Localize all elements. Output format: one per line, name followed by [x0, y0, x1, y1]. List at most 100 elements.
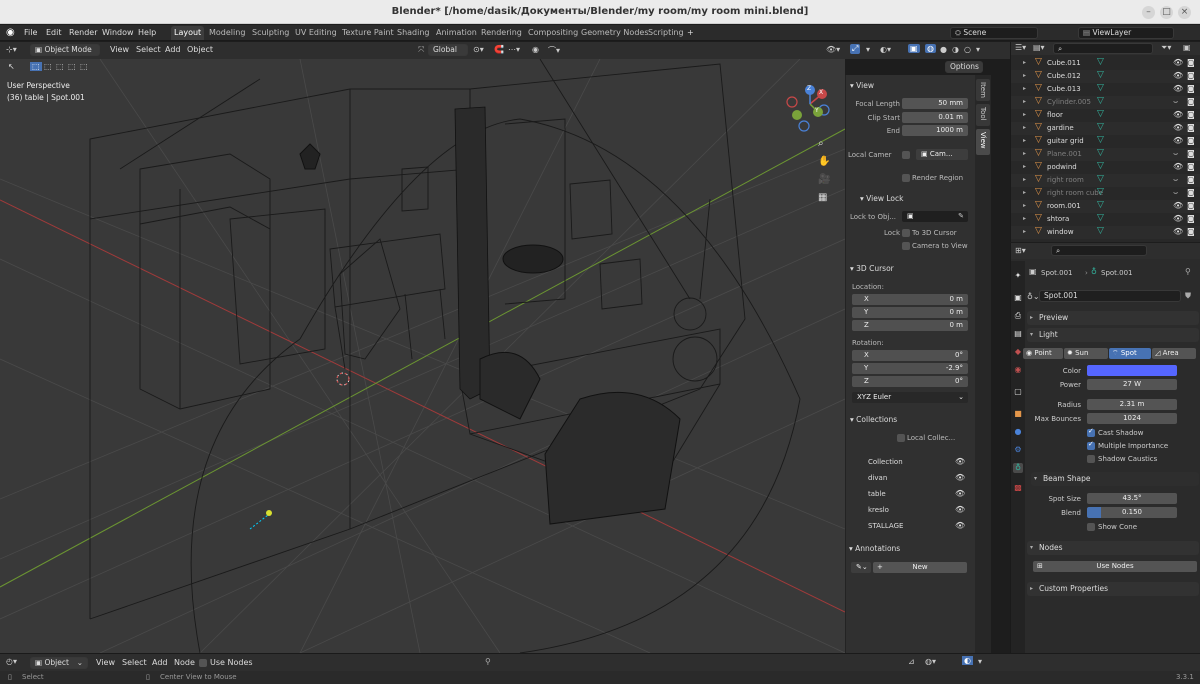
menu-help[interactable]: Help	[138, 28, 156, 37]
collection-tab-icon[interactable]: ▢	[1013, 387, 1023, 397]
camera-render-icon[interactable]: ◙	[1187, 136, 1195, 145]
list-item[interactable]: Collection	[868, 458, 903, 466]
view-panel-header[interactable]: ▾ View	[850, 81, 874, 90]
collections-header[interactable]: ▾ Collections	[850, 415, 897, 424]
lock-to-object-field[interactable]: ▣ ✎	[902, 211, 968, 222]
tab-modeling[interactable]: Modeling	[206, 26, 248, 40]
expand-arrow-icon[interactable]: ▸	[1023, 137, 1026, 144]
cursor-rotation-y-field[interactable]: Y -2.9°	[852, 363, 968, 374]
outliner-row[interactable]: ▸ ▽ Plane.001 ▽ ⌣ ◙	[1011, 148, 1200, 161]
close-icon[interactable]: ×	[1178, 6, 1191, 19]
eye-icon[interactable]: 👁	[955, 521, 965, 530]
viewport-options-button[interactable]: Options	[945, 61, 983, 73]
outliner-row[interactable]: ▸ ▽ gardine ▽ 👁 ◙	[1011, 122, 1200, 135]
eye-icon[interactable]: 👁	[1173, 110, 1183, 119]
outliner-row[interactable]: ▸ ▽ podwind ▽ 👁 ◙	[1011, 161, 1200, 174]
list-item[interactable]: kreslo	[868, 506, 889, 514]
pin-icon[interactable]: ⚲	[485, 657, 491, 666]
3d-viewport[interactable]: User Perspective (36) table | Spot.001 ↖…	[0, 59, 845, 653]
visibility-icon[interactable]: 👁▾	[826, 45, 840, 54]
world-tab-icon[interactable]: ◉	[1013, 365, 1023, 375]
expand-arrow-icon[interactable]: ▸	[1023, 59, 1026, 66]
snap-settings-icon[interactable]: ◍▾	[925, 657, 936, 666]
add-workspace-button[interactable]: +	[684, 26, 697, 40]
eye-icon[interactable]: 👁	[1173, 214, 1183, 223]
cursor-location-x-field[interactable]: X 0 m	[852, 294, 968, 305]
mode-selector[interactable]: ▣ Object Mode	[30, 44, 100, 56]
rendered-shading-icon[interactable]: ○	[964, 45, 971, 54]
eye-icon[interactable]: 👁	[1173, 227, 1183, 236]
use-nodes-button[interactable]: ⊞ Use Nodes	[1033, 561, 1197, 572]
expand-arrow-icon[interactable]: ▸	[1023, 189, 1026, 196]
eye-icon[interactable]: 👁	[955, 473, 965, 482]
cursor-location-y-field[interactable]: Y 0 m	[852, 307, 968, 318]
list-item[interactable]: divan	[868, 474, 887, 482]
expand-arrow-icon[interactable]: ▸	[1023, 228, 1026, 235]
outliner-row[interactable]: ▸ ▽ right room ▽ ⌣ ◙	[1011, 174, 1200, 187]
light-type-spot-button[interactable]: ⌔ Spot	[1109, 348, 1151, 359]
lock-to-3d-cursor-checkbox[interactable]	[902, 229, 910, 237]
outliner-row[interactable]: ▸ ▽ window ▽ 👁 ◙	[1011, 226, 1200, 239]
camera-view-icon[interactable]: 🎥	[818, 174, 830, 185]
eye-icon[interactable]: 👁	[1173, 201, 1183, 210]
outliner-row[interactable]: ▸ ▽ right room cube ▽ ⌣ ◙	[1011, 187, 1200, 200]
camera-render-icon[interactable]: ◙	[1187, 162, 1195, 171]
outliner-row[interactable]: ▸ ▽ Cylinder.005 ▽ ⌣ ◙	[1011, 96, 1200, 109]
shader-type-selector[interactable]: ▣ Object ⌄	[30, 657, 88, 669]
outliner-search-input[interactable]: ⌕	[1053, 43, 1153, 54]
scene-selector[interactable]: ⛭ Scene	[950, 27, 1038, 39]
gizmo-dropdown-icon[interactable]: ▾	[866, 45, 870, 54]
annotations-header[interactable]: ▾ Annotations	[849, 544, 900, 553]
node-menu-node[interactable]: Node	[174, 658, 195, 667]
view-layer-selector[interactable]: ▤ ViewLayer	[1078, 27, 1174, 39]
node-menu-add[interactable]: Add	[152, 658, 168, 667]
outliner-row[interactable]: ▸ ▽ Cube.013 ▽ 👁 ◙	[1011, 83, 1200, 96]
camera-render-icon[interactable]: ◙	[1187, 110, 1195, 119]
light-type-area-button[interactable]: ◿ Area	[1152, 348, 1196, 359]
clip-start-field[interactable]: 0.01 m	[902, 112, 968, 123]
eye-icon[interactable]: 👁	[955, 457, 965, 466]
shadow-caustics-checkbox[interactable]	[1087, 455, 1095, 463]
maximize-icon[interactable]: □	[1160, 6, 1173, 19]
eye-icon[interactable]: 👁	[955, 505, 965, 514]
expand-arrow-icon[interactable]: ▸	[1023, 215, 1026, 222]
render-tab-icon[interactable]: ▣	[1013, 293, 1023, 303]
properties-search-input[interactable]: ⌕	[1051, 245, 1147, 256]
pivot-icon[interactable]: ⊙▾	[473, 45, 484, 54]
menu-render[interactable]: Render	[69, 28, 97, 37]
tab-item[interactable]: Item	[976, 79, 990, 101]
outliner-row[interactable]: ▸ ▽ Cube.011 ▽ 👁 ◙	[1011, 57, 1200, 70]
fake-user-icon[interactable]: ⛊	[1185, 291, 1191, 301]
eye-icon[interactable]: ⌣	[1173, 188, 1178, 198]
cursor-rotation-x-field[interactable]: X 0°	[852, 350, 968, 361]
proportional-edit-icon[interactable]: ◉	[532, 45, 539, 54]
eye-icon[interactable]: 👁	[1173, 162, 1183, 171]
view-lock-header[interactable]: ▾ View Lock	[860, 194, 903, 203]
annotation-tool-icon[interactable]: ✎⌄	[851, 562, 871, 573]
light-datablock-field[interactable]: Spot.001	[1039, 290, 1181, 302]
tab-layout[interactable]: Layout	[171, 26, 205, 40]
camera-render-icon[interactable]: ◙	[1187, 175, 1195, 184]
eye-icon[interactable]: ⌣	[1173, 97, 1178, 107]
viewport-menu-object[interactable]: Object	[187, 45, 213, 54]
camera-to-view-checkbox[interactable]	[902, 242, 910, 250]
tab-rendering[interactable]: Rendering	[478, 26, 525, 40]
show-cone-checkbox[interactable]	[1087, 523, 1095, 531]
eye-icon[interactable]: ⌣	[1173, 175, 1178, 185]
wireframe-shading-icon[interactable]: ◍	[925, 44, 936, 53]
expand-arrow-icon[interactable]: ▸	[1023, 176, 1026, 183]
light-data-tab-icon[interactable]: ♁	[1013, 463, 1023, 473]
blend-slider[interactable]: 0.150	[1087, 507, 1177, 518]
menu-window[interactable]: Window	[102, 28, 134, 37]
expand-arrow-icon[interactable]: ▸	[1023, 98, 1026, 105]
multiple-importance-checkbox[interactable]	[1087, 440, 1095, 450]
physics-tab-icon[interactable]: ●	[1013, 427, 1023, 437]
light-section[interactable]: Light	[1027, 328, 1199, 342]
beam-shape-section[interactable]: Beam Shape	[1031, 472, 1199, 486]
tab-scripting[interactable]: Scripting	[645, 26, 687, 40]
overlays-icon[interactable]: ◐	[962, 656, 973, 665]
camera-render-icon[interactable]: ◙	[1187, 97, 1195, 106]
shading-dropdown-icon[interactable]: ▾	[976, 45, 980, 54]
tab-tool[interactable]: Tool	[976, 104, 990, 126]
local-camera-checkbox[interactable]	[902, 151, 910, 159]
